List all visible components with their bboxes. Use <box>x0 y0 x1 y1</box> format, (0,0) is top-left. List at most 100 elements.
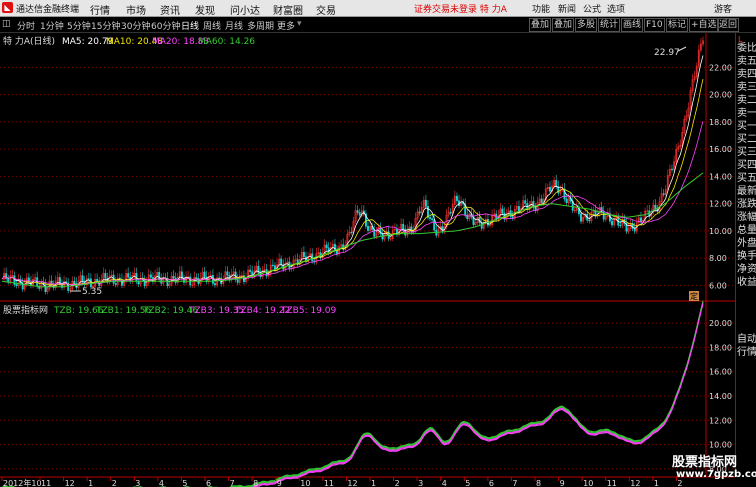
indicator-tick-label: 20.00 <box>709 319 732 328</box>
period-tick[interactable]: 分时 <box>17 19 35 32</box>
period-weekly[interactable]: 周线 <box>203 19 221 32</box>
price-tick-label: 16.00 <box>709 145 732 154</box>
x-tick-label: 1 <box>88 479 93 487</box>
x-tick-label: 11 <box>41 479 51 487</box>
candle-body <box>214 283 216 286</box>
side-label: 买二 <box>737 134 756 145</box>
candle-body <box>418 211 421 214</box>
period-15min[interactable]: 15分钟 <box>91 19 120 32</box>
menu-item-ask[interactable]: 问小达 <box>230 2 260 17</box>
candle-body <box>73 280 76 284</box>
back-button[interactable]: 返回 <box>717 18 740 32</box>
candle-body <box>203 271 206 278</box>
x-tick-label: 11 <box>607 479 617 487</box>
mark-button[interactable]: 标记 <box>666 18 689 32</box>
price-panel-label: 特 力A(日线) <box>3 35 55 47</box>
candle-body <box>619 224 622 227</box>
candle-body <box>410 226 413 233</box>
watermark-url: www.7gpzb.com <box>676 469 756 480</box>
menu-news[interactable]: 新闻 <box>558 2 576 15</box>
candle-body <box>127 273 130 278</box>
x-tick-label: 9 <box>560 479 565 487</box>
candle-body <box>540 198 543 204</box>
high-price-label: 22.97 <box>654 48 680 58</box>
side-label: 卖三 <box>737 82 756 93</box>
watermark-title: 股票指标网 <box>672 455 738 470</box>
candle-body <box>640 217 642 223</box>
price-tick-label: 6.00 <box>709 281 727 290</box>
menu-item-markets[interactable]: 市场 <box>126 2 146 17</box>
menu-guest[interactable]: 游客 <box>714 2 732 15</box>
x-tick-label: 9 <box>277 479 282 487</box>
x-tick-label: 2 <box>112 479 117 487</box>
indicator-tick-label: 12.00 <box>709 416 732 425</box>
x-tick-label: 11 <box>324 479 334 487</box>
x-tick-label: 12 <box>65 479 75 487</box>
period-more[interactable]: 更多 <box>277 19 295 32</box>
candle-body <box>580 213 582 222</box>
period-5min[interactable]: 5分钟 <box>67 19 91 32</box>
candle-body <box>336 250 338 255</box>
indicator-tick-label: 14.00 <box>709 392 732 401</box>
side-label: 卖五 <box>737 56 756 67</box>
side-label: 涨跌 <box>737 199 756 210</box>
x-tick-label: 2012年10 <box>3 478 42 487</box>
menu-item-discover[interactable]: 发现 <box>195 2 215 17</box>
menu-function[interactable]: 功能 <box>532 2 550 15</box>
x-tick-label: 3 <box>418 479 423 487</box>
x-tick-label: 12 <box>630 479 640 487</box>
overlay-button[interactable]: 叠加 <box>529 18 552 32</box>
menu-item-trade[interactable]: 交易 <box>316 2 336 17</box>
period-daily[interactable]: 日线 <box>181 19 199 32</box>
side-label: 净资 <box>737 264 756 275</box>
candle-body <box>549 186 551 192</box>
period-1min[interactable]: 1分钟 <box>40 19 64 32</box>
chart-background <box>0 33 735 487</box>
side-label: 卖二 <box>737 95 756 106</box>
candle-body <box>195 277 198 279</box>
candle-body <box>480 222 483 229</box>
period-60min[interactable]: 60分钟 <box>151 19 180 32</box>
menu-formula[interactable]: 公式 <box>583 2 601 15</box>
side-label: 最新 <box>737 186 756 197</box>
marker-text: 定 <box>690 291 698 301</box>
side-label: 卖一 <box>737 108 756 119</box>
candle-body <box>302 252 305 257</box>
add-watchlist-button[interactable]: +自选 <box>689 18 719 32</box>
menu-item-news[interactable]: 资讯 <box>160 2 180 17</box>
x-tick-label: 10 <box>300 479 310 487</box>
period-monthly[interactable]: 月线 <box>225 19 243 32</box>
chart-area[interactable]: 22.0020.0018.0016.0014.0012.0010.008.006… <box>0 33 735 487</box>
candle-body <box>350 231 353 233</box>
side-label[interactable]: 自动 <box>737 333 756 346</box>
stats-button[interactable]: 统计 <box>598 18 621 32</box>
candle-body <box>96 278 99 282</box>
menu-item-market[interactable]: 行情 <box>90 2 110 17</box>
menu-item-wealth[interactable]: 财富圈 <box>273 2 303 17</box>
side-label[interactable]: 行情 <box>737 346 756 359</box>
menu-options[interactable]: 选项 <box>607 2 625 15</box>
more-arrow-icon[interactable]: ▾ <box>297 19 302 29</box>
multistock-button[interactable]: 多股 <box>575 18 598 32</box>
x-tick-label: 12 <box>347 479 357 487</box>
x-tick-label: 6 <box>489 479 494 487</box>
toggle-icon[interactable]: ◫ <box>2 19 11 29</box>
candle-body <box>149 274 152 278</box>
overlay2-button[interactable]: 叠加 <box>552 18 575 32</box>
candle-body <box>143 278 146 287</box>
candle-body <box>449 211 452 214</box>
x-tick-label: 2 <box>395 479 400 487</box>
candle-body <box>455 195 458 201</box>
price-tick-label: 22.00 <box>709 63 732 72</box>
x-tick-label: 8 <box>253 479 258 487</box>
x-tick-label: 4 <box>159 479 164 487</box>
candle-body <box>565 198 568 203</box>
draw-button[interactable]: 画线 <box>621 18 644 32</box>
price-tick-label: 8.00 <box>709 254 727 263</box>
f10-button[interactable]: F10 <box>644 18 665 32</box>
period-30min[interactable]: 30分钟 <box>121 19 150 32</box>
candle-body <box>226 271 229 276</box>
price-tick-label: 20.00 <box>709 91 732 100</box>
low-price-label: 5.35 <box>82 287 102 297</box>
period-multi[interactable]: 多周期 <box>247 19 274 32</box>
